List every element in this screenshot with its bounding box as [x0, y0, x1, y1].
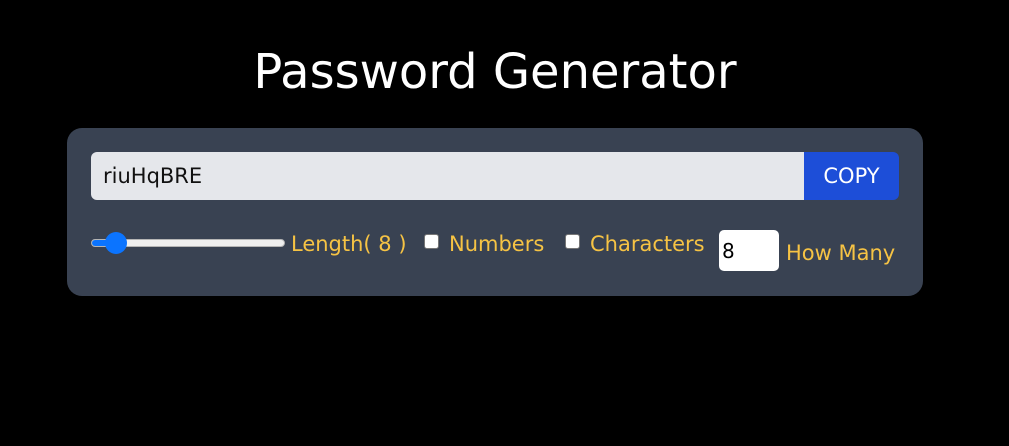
length-slider-thumb[interactable] — [105, 232, 128, 254]
numbers-label: Numbers — [449, 232, 545, 256]
numbers-checkbox[interactable] — [424, 234, 439, 249]
password-output[interactable] — [91, 152, 804, 200]
length-label: Length( 8 ) — [291, 232, 407, 256]
length-slider[interactable] — [91, 232, 285, 254]
how-many-label: How Many — [786, 241, 896, 265]
characters-checkbox[interactable] — [565, 234, 580, 249]
page-title: Password Generator — [253, 44, 737, 100]
generator-card: COPY Length( 8 ) Numbers Characters How … — [67, 128, 923, 296]
copy-button[interactable]: COPY — [804, 152, 899, 200]
characters-label: Characters — [590, 232, 705, 256]
password-row: COPY — [91, 152, 899, 200]
how-many-input[interactable] — [719, 230, 779, 271]
